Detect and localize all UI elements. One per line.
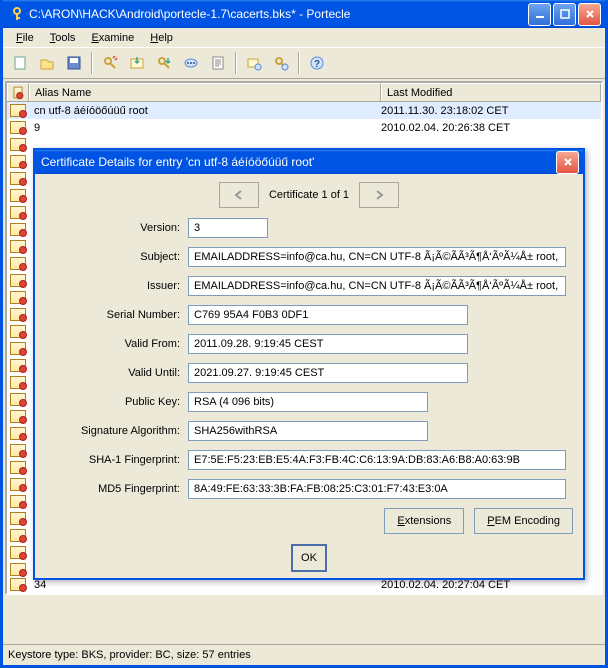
certificate-icon: [10, 274, 26, 287]
open-keystore-icon[interactable]: [34, 50, 60, 76]
certificate-icon: [10, 529, 26, 542]
certificate-icon: [10, 478, 26, 491]
certificate-icon: [10, 172, 26, 185]
toolbar: ?: [3, 47, 605, 79]
field-valid-from[interactable]: 2011.09.28. 9:19:45 CEST: [188, 334, 468, 354]
window-title: C:\ARON\HACK\Android\portecle-1.7\cacert…: [29, 7, 528, 21]
label-valid-from: Valid From:: [45, 338, 188, 350]
table-row[interactable]: 9 2010.02.04. 20:26:38 CET: [7, 119, 601, 136]
label-sha1: SHA-1 Fingerprint:: [45, 454, 188, 466]
new-keystore-icon[interactable]: [7, 50, 33, 76]
close-button[interactable]: [578, 3, 601, 26]
save-keystore-icon[interactable]: [61, 50, 87, 76]
field-issuer[interactable]: EMAILADDRESS=info@ca.hu, CN=CN UTF-8 Ã¡Ã…: [188, 276, 566, 296]
certificate-icon: [10, 563, 26, 576]
main-titlebar: C:\ARON\HACK\Android\portecle-1.7\cacert…: [3, 0, 605, 28]
examine-cert-icon[interactable]: [241, 50, 267, 76]
menu-tools[interactable]: Tools: [43, 31, 83, 45]
certificate-icon: [10, 138, 26, 151]
menubar: File Tools Examine Help: [3, 28, 605, 47]
certificate-icon: [10, 546, 26, 559]
field-valid-until[interactable]: 2021.09.27. 9:19:45 CEST: [188, 363, 468, 383]
cell-alias: 9: [29, 122, 376, 134]
help-icon[interactable]: ?: [304, 50, 330, 76]
certificate-icon: [10, 291, 26, 304]
certificate-icon: [10, 376, 26, 389]
certificate-details-dialog: Certificate Details for entry 'cn utf-8 …: [33, 148, 585, 580]
menu-help[interactable]: Help: [143, 31, 180, 45]
menu-examine[interactable]: Examine: [84, 31, 141, 45]
label-subject: Subject:: [45, 251, 188, 263]
set-password-icon[interactable]: [178, 50, 204, 76]
label-issuer: Issuer:: [45, 280, 188, 292]
cell-alias: cn utf-8 áéíóöőúüű root: [29, 105, 376, 117]
certificate-icon: [10, 104, 26, 117]
table-row[interactable]: cn utf-8 áéíóöőúüű root 2011.11.30. 23:1…: [7, 102, 601, 119]
certificate-icon: [10, 189, 26, 202]
certificate-icon: [10, 461, 26, 474]
label-md5: MD5 Fingerprint:: [45, 483, 188, 495]
certificate-icon: [10, 325, 26, 338]
cell-alias: 34: [29, 579, 376, 591]
prev-cert-button[interactable]: [219, 182, 259, 208]
field-sha1[interactable]: E7:5E:F5:23:EB:E5:4A:F3:FB:4C:C6:13:9A:D…: [188, 450, 566, 470]
certificate-icon: [10, 495, 26, 508]
statusbar: Keystore type: BKS, provider: BC, size: …: [3, 644, 605, 665]
certificate-icon: [10, 240, 26, 253]
certificate-icon: [10, 410, 26, 423]
pem-encoding-button[interactable]: PEM Encoding: [474, 508, 573, 534]
cert-position: Certificate 1 of 1: [269, 189, 349, 201]
label-pubkey: Public Key:: [45, 396, 188, 408]
certificate-icon: [10, 155, 26, 168]
certificate-icon: [10, 359, 26, 372]
app-icon: [9, 6, 25, 22]
certificate-icon: [10, 393, 26, 406]
import-trusted-icon[interactable]: [124, 50, 150, 76]
examine-ssl-icon[interactable]: [268, 50, 294, 76]
field-pubkey[interactable]: RSA (4 096 bits): [188, 392, 428, 412]
dialog-title: Certificate Details for entry 'cn utf-8 …: [41, 155, 556, 169]
certificate-icon: [10, 512, 26, 525]
ok-button[interactable]: OK: [291, 544, 327, 572]
next-cert-button[interactable]: [359, 182, 399, 208]
keystore-report-icon[interactable]: [205, 50, 231, 76]
maximize-button[interactable]: [553, 3, 576, 26]
cell-modified: 2010.02.04. 20:27:04 CET: [376, 579, 601, 591]
label-version: Version:: [45, 222, 188, 234]
certificate-icon: [10, 121, 26, 134]
certificate-icon: [10, 257, 26, 270]
status-text: Keystore type: BKS, provider: BC, size: …: [8, 649, 251, 661]
extensions-button[interactable]: Extensions: [384, 508, 464, 534]
field-serial[interactable]: C769 95A4 F0B3 0DF1: [188, 305, 468, 325]
certificate-icon: [10, 342, 26, 355]
menu-file[interactable]: File: [9, 31, 41, 45]
certificate-icon: [10, 578, 26, 591]
svg-text:?: ?: [314, 59, 320, 70]
certificate-icon: [10, 427, 26, 440]
field-sigalg[interactable]: SHA256withRSA: [188, 421, 428, 441]
gen-keypair-icon[interactable]: [97, 50, 123, 76]
import-keypair-icon[interactable]: [151, 50, 177, 76]
col-alias-name[interactable]: Alias Name: [29, 83, 381, 101]
certificate-icon: [10, 444, 26, 457]
col-icon[interactable]: [7, 83, 29, 101]
dialog-close-button[interactable]: [556, 151, 579, 174]
cell-modified: 2010.02.04. 20:26:38 CET: [376, 122, 601, 134]
field-version[interactable]: 3: [188, 218, 268, 238]
label-serial: Serial Number:: [45, 309, 188, 321]
cell-modified: 2011.11.30. 23:18:02 CET: [376, 105, 601, 117]
certificate-icon: [10, 308, 26, 321]
certificate-icon: [14, 87, 23, 99]
col-last-modified[interactable]: Last Modified: [381, 83, 601, 101]
field-subject[interactable]: EMAILADDRESS=info@ca.hu, CN=CN UTF-8 Ã¡Ã…: [188, 247, 566, 267]
minimize-button[interactable]: [528, 3, 551, 26]
label-sigalg: Signature Algorithm:: [45, 425, 188, 437]
label-valid-until: Valid Until:: [45, 367, 188, 379]
field-md5[interactable]: 8A:49:FE:63:33:3B:FA:FB:08:25:C3:01:F7:4…: [188, 479, 566, 499]
certificate-icon: [10, 206, 26, 219]
certificate-icon: [10, 223, 26, 236]
